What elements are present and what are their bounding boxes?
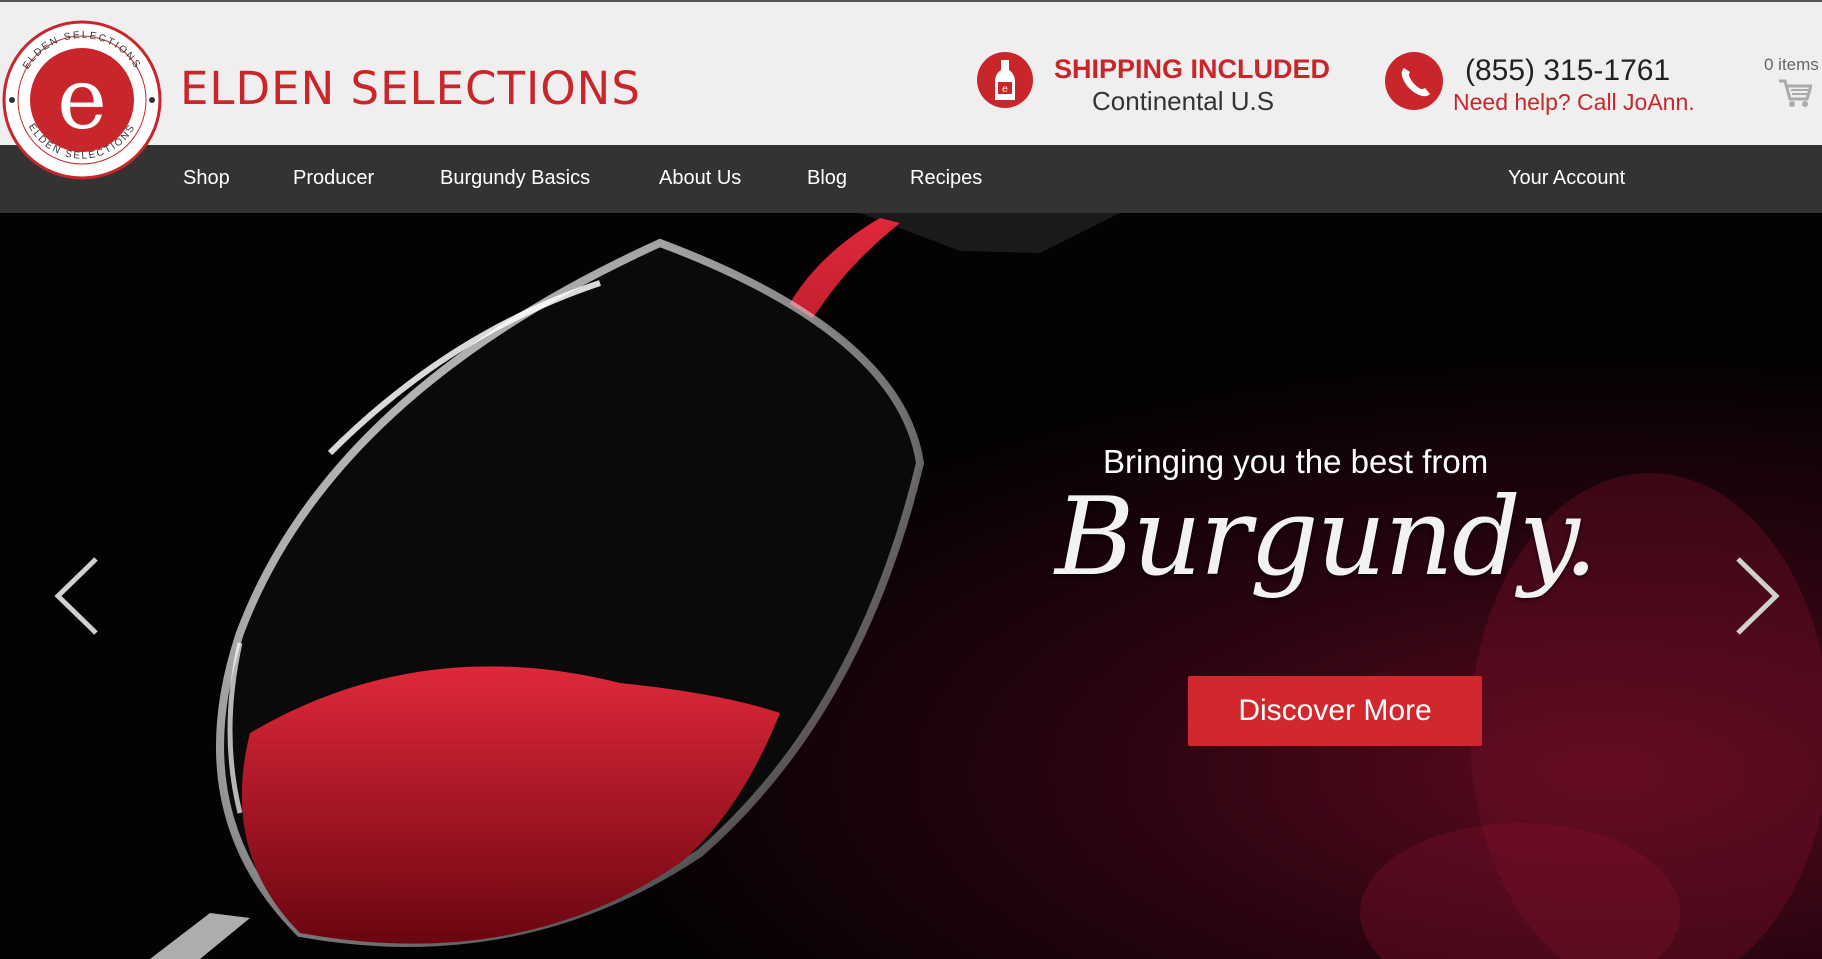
logo-letter: e (57, 50, 107, 148)
discover-more-button[interactable]: Discover More (1188, 676, 1482, 746)
help-text: Need help? Call JoAnn. (1453, 89, 1695, 115)
svg-text:e: e (1002, 84, 1008, 95)
chevron-right-icon[interactable] (1730, 553, 1784, 639)
nav-item-recipes[interactable]: Recipes (910, 167, 982, 190)
phone-number[interactable]: (855) 315-1761 (1465, 54, 1670, 88)
brand-name[interactable]: ELDEN SELECTIONS (180, 62, 641, 115)
nav-item-burgundy-basics[interactable]: Burgundy Basics (440, 167, 590, 190)
nav-item-producer[interactable]: Producer (293, 167, 374, 190)
shipping-subtitle: Continental U.S (1092, 86, 1275, 116)
hero-carousel: Bringing you the best from Burgundy. Dis… (0, 213, 1822, 959)
shipping-title: SHIPPING INCLUDED (1054, 54, 1331, 84)
hero-script-title: Burgundy. (1055, 475, 1598, 600)
nav-item-about-us[interactable]: About Us (659, 167, 741, 190)
cart-icon[interactable] (1778, 77, 1812, 109)
phone-icon[interactable] (1385, 52, 1443, 110)
nav-item-blog[interactable]: Blog (807, 167, 847, 190)
nav-item-shop[interactable]: Shop (183, 167, 230, 190)
cart-count[interactable]: 0 items (1764, 55, 1819, 75)
site-header: e ELDEN SELECTIONS ELDEN SELECTIONS ELDE… (0, 0, 1822, 180)
page: e ELDEN SELECTIONS ELDEN SELECTIONS ELDE… (0, 0, 1822, 959)
brand-logo[interactable]: e ELDEN SELECTIONS ELDEN SELECTIONS (2, 18, 162, 182)
main-nav: Shop Producer Burgundy Basics About Us B… (0, 145, 1822, 213)
chevron-left-icon[interactable] (50, 553, 104, 639)
nav-item-your-account[interactable]: Your Account (1508, 167, 1625, 190)
wine-bottle-icon: e (977, 52, 1033, 108)
